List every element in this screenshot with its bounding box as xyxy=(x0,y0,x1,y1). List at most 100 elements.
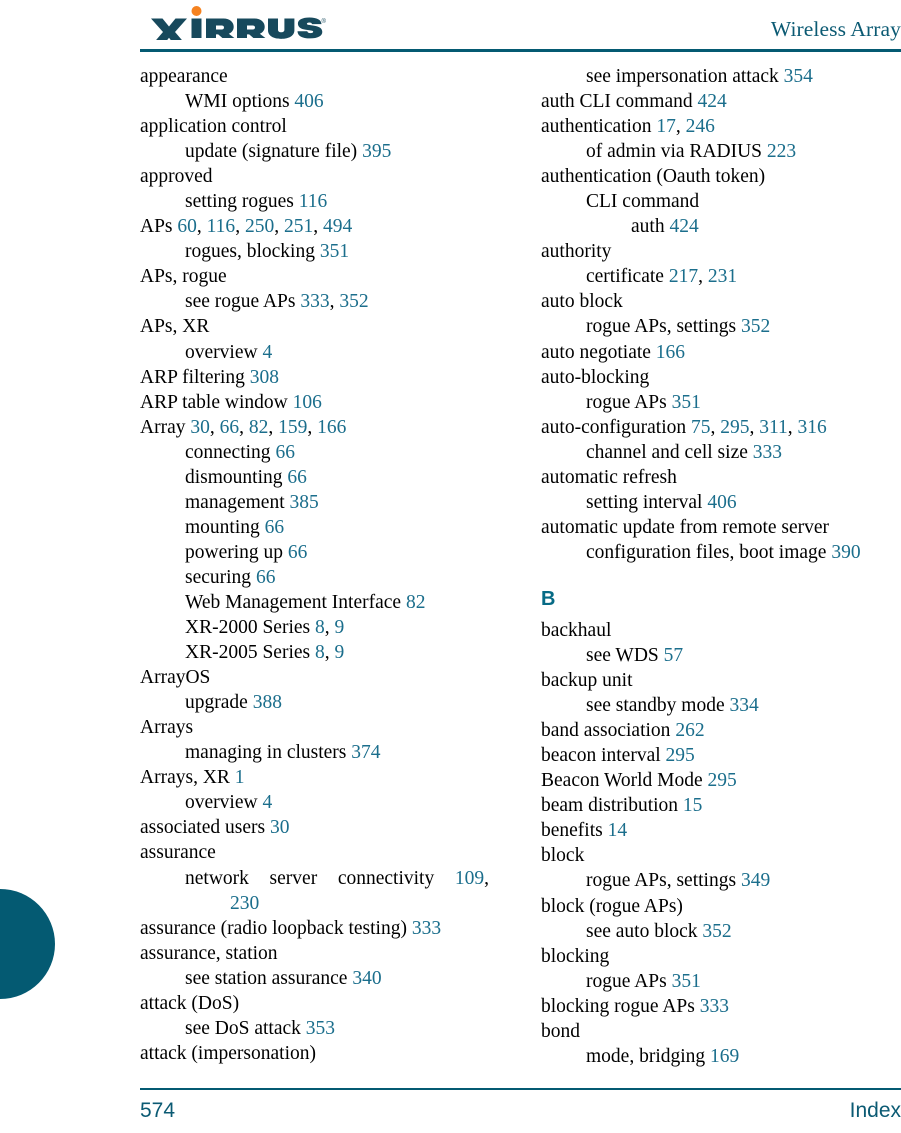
page-reference[interactable]: 424 xyxy=(669,216,698,237)
index-entry-label: Beacon World Mode xyxy=(541,770,703,792)
page-reference[interactable]: 354 xyxy=(784,66,813,87)
page-reference[interactable]: 231 xyxy=(708,266,737,287)
page-reference[interactable]: 333 xyxy=(700,996,729,1017)
index-entry-label: XR-2000 Series xyxy=(185,617,311,639)
page-reference[interactable]: 295 xyxy=(708,770,737,791)
page-reference[interactable]: 15 xyxy=(683,795,703,816)
page-reference[interactable]: 217 xyxy=(669,266,698,287)
index-entry: backhaul xyxy=(541,618,901,643)
index-entry: rogues, blocking 351 xyxy=(185,239,500,264)
page-reference[interactable]: 334 xyxy=(730,695,759,716)
page-reference[interactable]: 251 xyxy=(284,216,313,237)
page-reference[interactable]: 116 xyxy=(207,216,236,237)
index-entry-label: authentication (Oauth token) xyxy=(541,166,766,188)
page-reference[interactable]: 1 xyxy=(235,767,245,788)
page-reference[interactable]: 223 xyxy=(767,141,796,162)
page-reference[interactable]: 424 xyxy=(698,91,727,112)
page-reference[interactable]: 66 xyxy=(275,442,295,463)
page-reference[interactable]: 166 xyxy=(656,342,685,363)
page-reference[interactable]: 109 xyxy=(455,868,484,889)
page-reference[interactable]: 246 xyxy=(686,116,715,137)
page-reference[interactable]: 30 xyxy=(270,817,290,838)
page-reference[interactable]: 159 xyxy=(278,417,307,438)
index-entry-label: authentication xyxy=(541,116,652,138)
index-entry-label: Web Management Interface xyxy=(185,591,402,613)
index-entry: update (signature file) 395 xyxy=(185,139,500,164)
page-reference[interactable]: 9 xyxy=(335,642,345,663)
page-reference[interactable]: 8 xyxy=(315,617,325,638)
index-entry-label: XR-2005 Series xyxy=(185,642,311,664)
page-reference[interactable]: 333 xyxy=(753,442,782,463)
page-reference[interactable]: 349 xyxy=(741,870,770,891)
index-entry-line: network server connectivity 109, xyxy=(185,866,489,891)
index-entry-label: setting rogues xyxy=(185,191,294,213)
page-reference[interactable]: 60 xyxy=(177,216,197,237)
page-reference[interactable]: 388 xyxy=(253,692,282,713)
page-reference[interactable]: 82 xyxy=(406,592,426,613)
page-reference[interactable]: 352 xyxy=(741,316,770,337)
index-entry-label: overview xyxy=(185,792,258,814)
page-reference[interactable]: 66 xyxy=(288,542,308,563)
page-reference[interactable]: 406 xyxy=(294,91,323,112)
page-reference[interactable]: 14 xyxy=(608,820,628,841)
page-reference[interactable]: 250 xyxy=(245,216,274,237)
page-reference[interactable]: 106 xyxy=(293,392,322,413)
page-reference[interactable]: 352 xyxy=(702,921,731,942)
page-reference[interactable]: 4 xyxy=(262,792,272,813)
page-reference[interactable]: 166 xyxy=(317,417,346,438)
page-reference[interactable]: 406 xyxy=(707,492,736,513)
page-reference[interactable]: 385 xyxy=(290,492,319,513)
page-reference[interactable]: 66 xyxy=(256,567,276,588)
page-reference[interactable]: 351 xyxy=(672,392,701,413)
page-reference[interactable]: 333 xyxy=(412,918,441,939)
page-reference[interactable]: 308 xyxy=(250,367,279,388)
page-reference[interactable]: 351 xyxy=(672,971,701,992)
page-reference[interactable]: 352 xyxy=(339,291,368,312)
page-reference[interactable]: 30 xyxy=(190,417,210,438)
page-reference[interactable]: 316 xyxy=(798,417,827,438)
index-entry: automatic refresh xyxy=(541,465,901,490)
index-entry-label: APs, rogue xyxy=(140,266,227,288)
index-entry: see auto block 352 xyxy=(586,919,901,944)
index-entry-label: rogue APs, settings xyxy=(586,316,737,338)
page-reference[interactable]: 262 xyxy=(675,720,704,741)
index-entry: certificate 217, 231 xyxy=(586,266,738,288)
page-reference[interactable]: 351 xyxy=(320,241,349,262)
page-reference[interactable]: 66 xyxy=(287,467,307,488)
index-entry: see standby mode 334 xyxy=(586,693,901,718)
index-entry-label: APs xyxy=(140,216,173,238)
page-reference[interactable]: 390 xyxy=(831,542,860,563)
index-entry-label: band association xyxy=(541,720,671,742)
page-reference[interactable]: 75 xyxy=(691,417,711,438)
page-reference[interactable]: 82 xyxy=(249,417,269,438)
page-reference[interactable]: 4 xyxy=(262,342,272,363)
page-reference[interactable]: 333 xyxy=(300,291,329,312)
index-entry-label: auto-blocking xyxy=(541,366,650,388)
page-reference[interactable]: 9 xyxy=(335,617,345,638)
page-reference[interactable]: 311 xyxy=(759,417,788,438)
index-entry-word: server xyxy=(269,867,318,889)
index-entry-label: mounting xyxy=(185,516,260,538)
page-reference[interactable]: 116 xyxy=(299,191,328,212)
index-entry: overview 4 xyxy=(185,340,500,365)
index-entry: authentication (Oauth token) xyxy=(541,164,901,189)
page-reference[interactable]: 230 xyxy=(230,893,259,914)
page-reference[interactable]: 8 xyxy=(315,642,325,663)
page-reference[interactable]: 66 xyxy=(220,417,240,438)
index-entry-label: bond xyxy=(541,1020,580,1042)
page-reference[interactable]: 295 xyxy=(720,417,749,438)
page-reference[interactable]: 66 xyxy=(265,517,285,538)
index-entry: managing in clusters 374 xyxy=(185,740,500,765)
page-reference[interactable]: 17 xyxy=(656,116,676,137)
page-reference[interactable]: 374 xyxy=(351,742,380,763)
page-reference[interactable]: 169 xyxy=(710,1046,739,1067)
page-reference[interactable]: 395 xyxy=(362,141,391,162)
page-reference[interactable]: 494 xyxy=(323,216,352,237)
page-reference[interactable]: 57 xyxy=(664,645,684,666)
index-entry-pages: 109, xyxy=(454,867,489,889)
page-reference[interactable]: 353 xyxy=(306,1018,335,1039)
page-reference[interactable]: 295 xyxy=(666,745,695,766)
index-entry-label: beam distribution xyxy=(541,795,679,817)
page-reference[interactable]: 340 xyxy=(352,968,381,989)
index-entry-label: see standby mode xyxy=(586,695,725,717)
